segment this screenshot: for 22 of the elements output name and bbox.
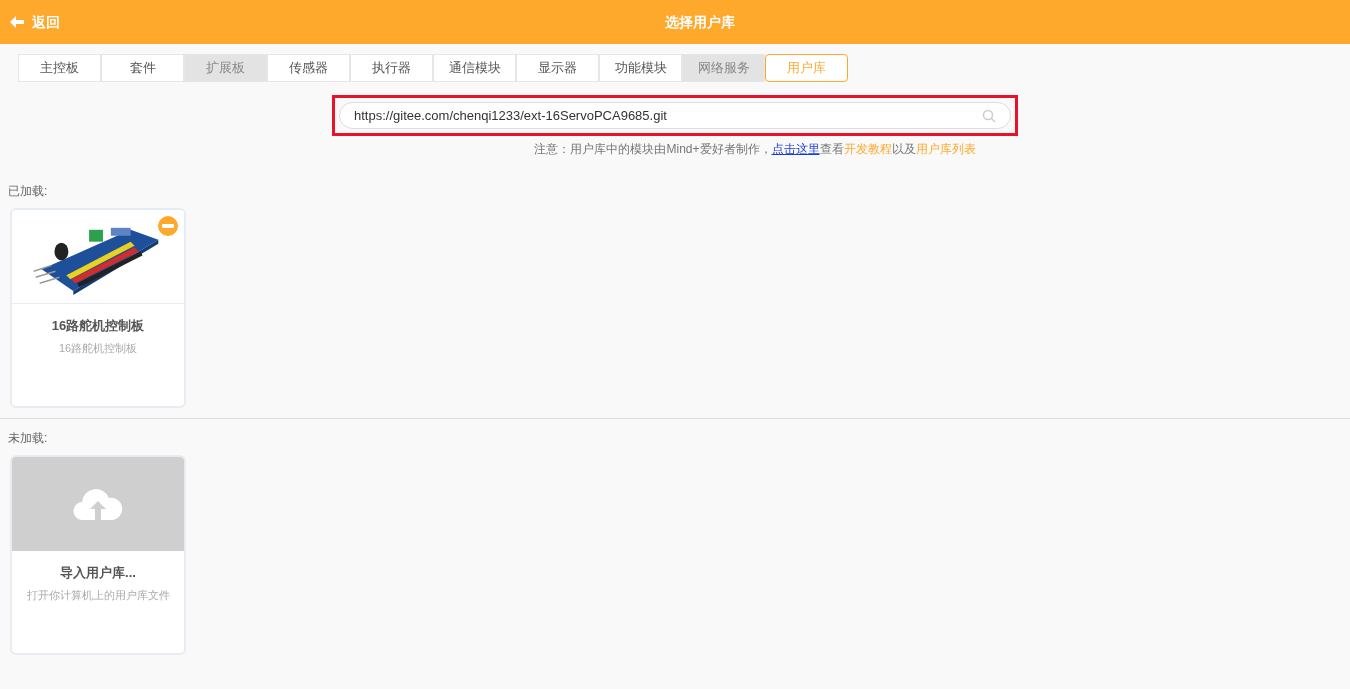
category-tab[interactable]: 通信模块 <box>433 54 516 82</box>
card-title: 导入用户库... <box>60 564 136 582</box>
library-card[interactable]: 导入用户库... 打开你计算机上的用户库文件 <box>10 455 186 655</box>
category-tab[interactable]: 显示器 <box>516 54 599 82</box>
card-description: 打开你计算机上的用户库文件 <box>26 587 170 603</box>
category-tab[interactable]: 执行器 <box>350 54 433 82</box>
notice-text: 注意：用户库中的模块由Mind+爱好者制作，点击这里查看开发教程以及用户库列表 <box>534 141 976 158</box>
url-input-field[interactable]: https://gitee.com/chenqi1233/ext-16ServoPCA9685.git <box>339 102 1011 129</box>
cloud-upload-icon <box>73 488 123 520</box>
library-card[interactable]: 16路舵机控制板 16路舵机控制板 <box>10 208 186 408</box>
category-tab[interactable]: 主控板 <box>18 54 101 82</box>
card-description: 16路舵机控制板 <box>58 340 138 356</box>
card-title: 16路舵机控制板 <box>51 317 145 335</box>
section-title: 已加载: <box>8 183 49 200</box>
page-title: 选择用户库 <box>665 12 735 32</box>
back-arrow-icon <box>10 16 24 28</box>
category-tab[interactable]: 套件 <box>101 54 184 82</box>
category-tab[interactable]: 功能模块 <box>599 54 682 82</box>
search-icon[interactable] <box>982 108 996 123</box>
section-title: 未加载: <box>8 430 49 447</box>
category-tab[interactable]: 传感器 <box>267 54 350 82</box>
click-here-link[interactable]: 点击这里 <box>771 142 820 156</box>
